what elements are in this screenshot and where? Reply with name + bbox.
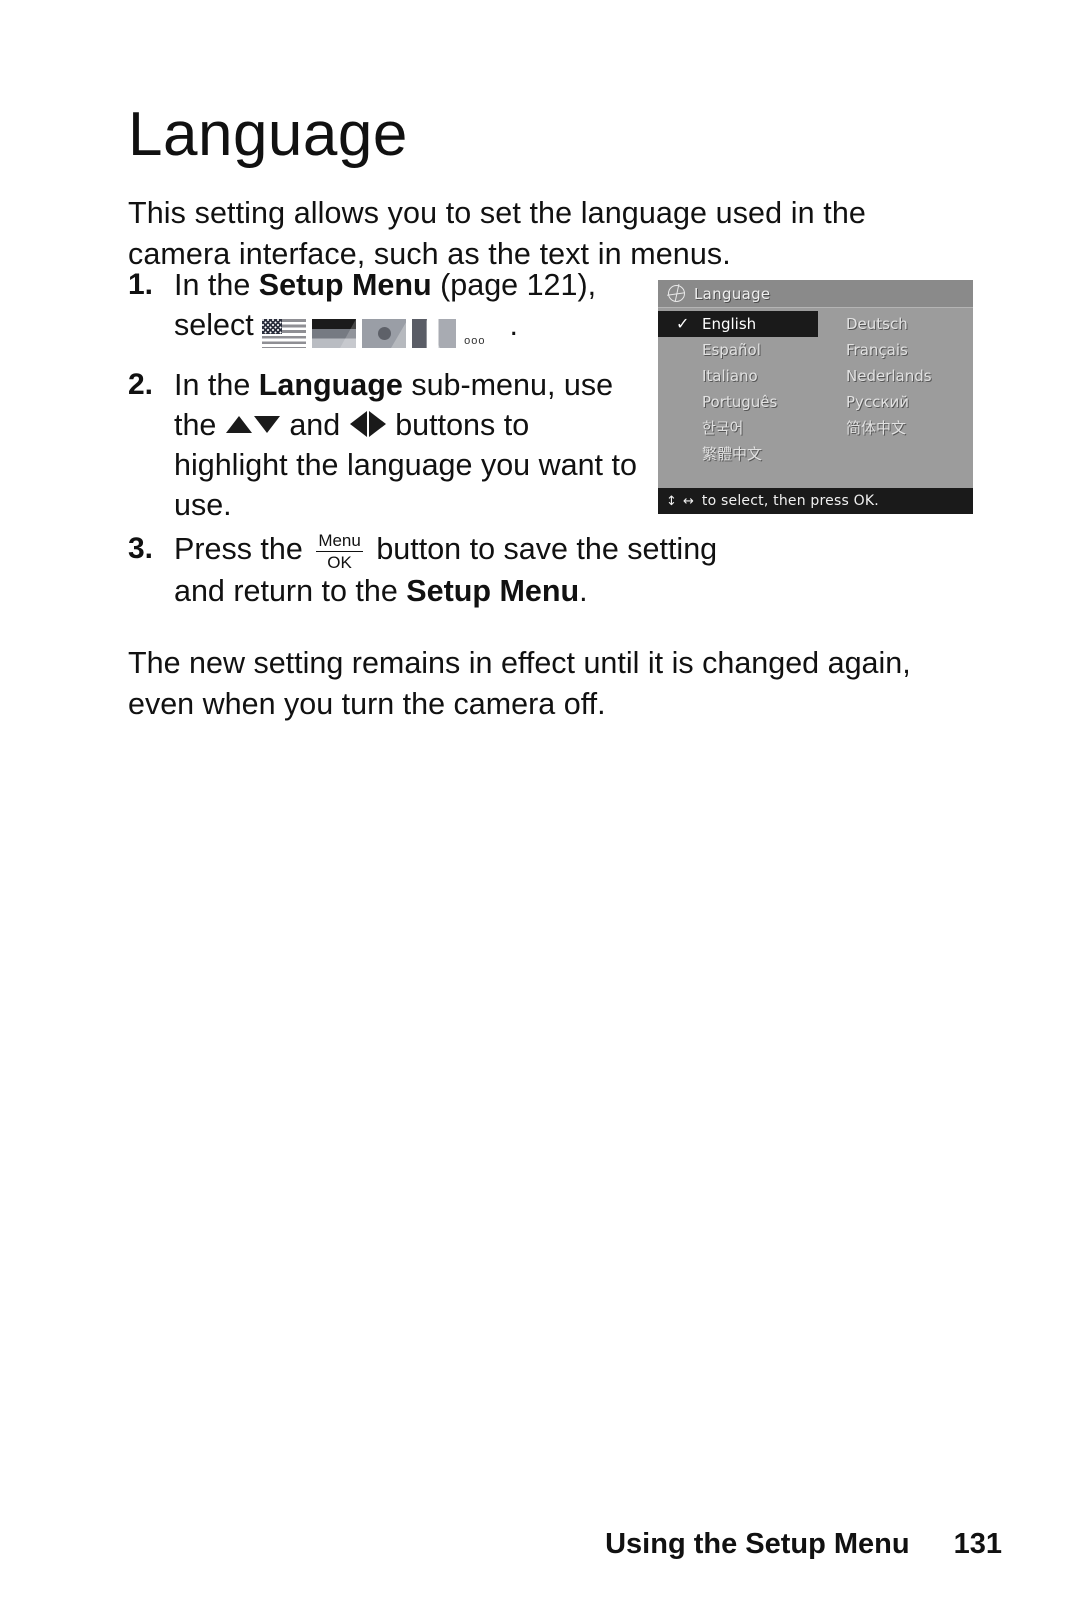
- step-3-bold-setup-menu: Setup Menu: [406, 574, 580, 608]
- lcd-language-list: ✓ English Español Italiano Português 한국어 …: [658, 308, 973, 480]
- navigation-arrows-icon: ↕ ↔: [666, 493, 695, 509]
- lcd-language-item-deutsch[interactable]: Deutsch: [846, 311, 973, 337]
- lcd-language-item-portugues[interactable]: Português: [658, 389, 818, 415]
- step-2-conjunction: and: [280, 408, 349, 442]
- checkmark-icon: ✓: [676, 314, 690, 333]
- lcd-language-item-russian[interactable]: Русский: [846, 389, 973, 415]
- lcd-title: Language: [694, 284, 771, 303]
- lcd-language-item-italiano[interactable]: Italiano: [658, 363, 818, 389]
- lcd-language-item-francais[interactable]: Français: [846, 337, 973, 363]
- arrow-down-icon: [253, 416, 280, 433]
- step-1-text-after: .: [509, 308, 518, 342]
- globe-icon: [668, 285, 685, 302]
- step-3-number: 3.: [128, 532, 154, 565]
- arrow-up-icon: [225, 416, 252, 433]
- menu-ok-top-label: Menu: [316, 531, 363, 552]
- lcd-language-column-right: Deutsch Français Nederlands Русский 简体中文: [846, 311, 973, 441]
- german-flag-icon: [312, 319, 357, 349]
- step-3-text-before: Press the: [174, 532, 312, 566]
- japanese-flag-icon: [362, 319, 407, 349]
- step-1-bold-setup-menu: Setup Menu: [258, 268, 432, 302]
- arrow-left-icon: [349, 411, 367, 437]
- step-1-text-before: In the: [174, 268, 259, 302]
- page-title: Language: [128, 99, 408, 169]
- step-1: 1. In the Setup Menu (page 121), select o…: [128, 265, 648, 361]
- closing-paragraph: The new setting remains in effect until …: [128, 645, 911, 721]
- step-3-text-after: .: [579, 574, 588, 608]
- arrow-right-icon: [368, 411, 386, 437]
- step-1-number: 1.: [128, 268, 154, 301]
- lcd-language-item-simplified-chinese[interactable]: 简体中文: [846, 415, 973, 441]
- menu-ok-button-icon: Menu OK: [316, 532, 363, 571]
- flag-icon-tail: ooo: [464, 335, 486, 347]
- lcd-language-item-traditional-chinese[interactable]: 繁體中文: [658, 441, 818, 467]
- step-2-text-before: In the: [174, 368, 259, 402]
- footer-section-label: Using the Setup Menu: [605, 1528, 910, 1560]
- step-2: 2. In the Language sub-menu, use the and …: [128, 365, 648, 525]
- footer-page-number: 131: [953, 1528, 1002, 1560]
- lcd-language-item-korean[interactable]: 한국어: [658, 415, 818, 441]
- page-footer: Using the Setup Menu 131: [0, 1528, 1080, 1561]
- steps-list: 1. In the Setup Menu (page 121), select o…: [128, 265, 717, 615]
- tricolor-flag-icon: [412, 319, 457, 349]
- lcd-language-item-english[interactable]: ✓ English: [658, 311, 818, 337]
- setup-menu-language-icons: ooo: [262, 312, 485, 361]
- lcd-language-column-left: ✓ English Español Italiano Português 한국어 …: [658, 311, 818, 467]
- step-2-number: 2.: [128, 368, 154, 401]
- lcd-header: Language: [658, 280, 973, 308]
- intro-paragraph: This setting allows you to set the langu…: [128, 195, 866, 271]
- manual-page: Language This setting allows you to set …: [0, 0, 1080, 1620]
- lcd-language-item-nederlands[interactable]: Nederlands: [846, 363, 973, 389]
- lcd-footer-text: to select, then press OK.: [701, 493, 879, 509]
- lcd-language-label: English: [702, 315, 757, 333]
- camera-lcd-screenshot: Language ✓ English Español Italiano Portu…: [658, 280, 973, 514]
- menu-ok-bottom-label: OK: [327, 553, 352, 572]
- step-3: 3. Press the Menu OK button to save the se…: [128, 529, 768, 611]
- us-flag-icon: [262, 319, 307, 349]
- step-2-bold-language: Language: [258, 368, 403, 402]
- lcd-footer-hint: ↕ ↔ to select, then press OK.: [658, 488, 973, 514]
- lcd-language-item-espanol[interactable]: Español: [658, 337, 818, 363]
